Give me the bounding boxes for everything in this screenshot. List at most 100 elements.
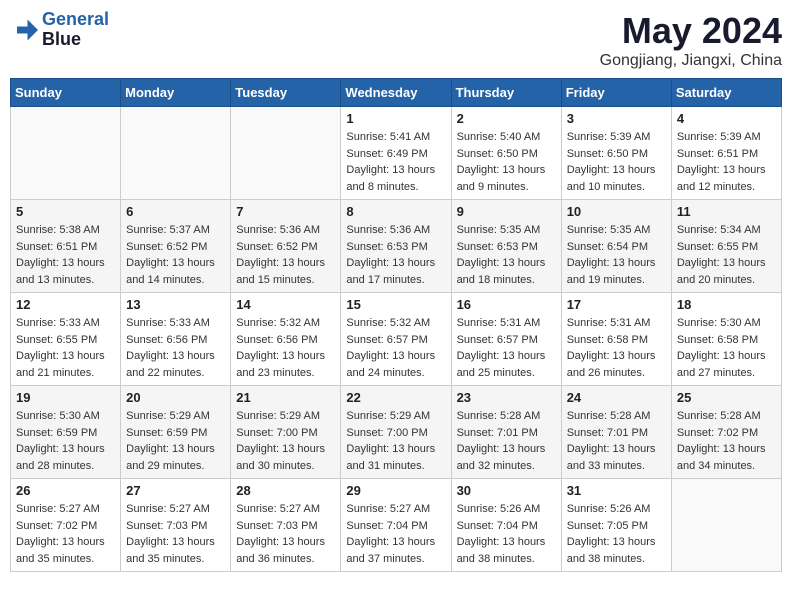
day-info: Sunrise: 5:26 AM Sunset: 7:05 PM Dayligh…	[567, 501, 666, 567]
day-info: Sunrise: 5:29 AM Sunset: 7:00 PM Dayligh…	[236, 408, 335, 474]
weekday-header-tuesday: Tuesday	[231, 79, 341, 107]
day-number: 21	[236, 390, 335, 405]
weekday-header-saturday: Saturday	[671, 79, 781, 107]
calendar-week-2: 5 Sunrise: 5:38 AM Sunset: 6:51 PM Daylig…	[11, 200, 782, 293]
day-info: Sunrise: 5:33 AM Sunset: 6:55 PM Dayligh…	[16, 315, 115, 381]
month-year: May 2024	[600, 10, 782, 52]
day-number: 13	[126, 297, 225, 312]
calendar-cell: 24 Sunrise: 5:28 AM Sunset: 7:01 PM Dayli…	[561, 386, 671, 479]
day-number: 18	[677, 297, 776, 312]
calendar-cell: 15 Sunrise: 5:32 AM Sunset: 6:57 PM Dayli…	[341, 293, 451, 386]
day-info: Sunrise: 5:41 AM Sunset: 6:49 PM Dayligh…	[346, 129, 445, 195]
day-number: 29	[346, 483, 445, 498]
day-info: Sunrise: 5:36 AM Sunset: 6:53 PM Dayligh…	[346, 222, 445, 288]
logo: General Blue	[10, 10, 109, 50]
day-info: Sunrise: 5:28 AM Sunset: 7:01 PM Dayligh…	[457, 408, 556, 474]
day-info: Sunrise: 5:31 AM Sunset: 6:57 PM Dayligh…	[457, 315, 556, 381]
calendar-cell: 21 Sunrise: 5:29 AM Sunset: 7:00 PM Dayli…	[231, 386, 341, 479]
calendar-body: 1 Sunrise: 5:41 AM Sunset: 6:49 PM Daylig…	[11, 107, 782, 572]
day-number: 30	[457, 483, 556, 498]
day-number: 10	[567, 204, 666, 219]
day-info: Sunrise: 5:32 AM Sunset: 6:57 PM Dayligh…	[346, 315, 445, 381]
day-number: 22	[346, 390, 445, 405]
weekday-header-sunday: Sunday	[11, 79, 121, 107]
day-info: Sunrise: 5:34 AM Sunset: 6:55 PM Dayligh…	[677, 222, 776, 288]
day-number: 1	[346, 111, 445, 126]
logo-text: General Blue	[42, 10, 109, 50]
day-number: 19	[16, 390, 115, 405]
day-info: Sunrise: 5:35 AM Sunset: 6:53 PM Dayligh…	[457, 222, 556, 288]
day-info: Sunrise: 5:28 AM Sunset: 7:02 PM Dayligh…	[677, 408, 776, 474]
calendar-cell: 5 Sunrise: 5:38 AM Sunset: 6:51 PM Daylig…	[11, 200, 121, 293]
calendar-cell: 27 Sunrise: 5:27 AM Sunset: 7:03 PM Dayli…	[121, 479, 231, 572]
day-number: 14	[236, 297, 335, 312]
day-info: Sunrise: 5:40 AM Sunset: 6:50 PM Dayligh…	[457, 129, 556, 195]
calendar-cell: 16Sunrise: 5:31 AM Sunset: 6:57 PM Dayli…	[451, 293, 561, 386]
calendar-cell: 6Sunrise: 5:37 AM Sunset: 6:52 PM Daylig…	[121, 200, 231, 293]
calendar-header: SundayMondayTuesdayWednesdayThursdayFrid…	[11, 79, 782, 107]
day-info: Sunrise: 5:36 AM Sunset: 6:52 PM Dayligh…	[236, 222, 335, 288]
calendar-cell: 28Sunrise: 5:27 AM Sunset: 7:03 PM Dayli…	[231, 479, 341, 572]
day-info: Sunrise: 5:28 AM Sunset: 7:01 PM Dayligh…	[567, 408, 666, 474]
calendar-cell: 23 Sunrise: 5:28 AM Sunset: 7:01 PM Dayli…	[451, 386, 561, 479]
day-number: 3	[567, 111, 666, 126]
day-info: Sunrise: 5:30 AM Sunset: 6:58 PM Dayligh…	[677, 315, 776, 381]
day-number: 28	[236, 483, 335, 498]
location: Gongjiang, Jiangxi, China	[600, 52, 782, 70]
day-number: 7	[236, 204, 335, 219]
day-number: 25	[677, 390, 776, 405]
calendar-table: SundayMondayTuesdayWednesdayThursdayFrid…	[10, 78, 782, 572]
calendar-cell: 7 Sunrise: 5:36 AM Sunset: 6:52 PM Daylig…	[231, 200, 341, 293]
weekday-header-friday: Friday	[561, 79, 671, 107]
day-info: Sunrise: 5:35 AM Sunset: 6:54 PM Dayligh…	[567, 222, 666, 288]
logo-icon	[10, 16, 38, 44]
calendar-cell: 31 Sunrise: 5:26 AM Sunset: 7:05 PM Dayli…	[561, 479, 671, 572]
calendar-cell: 26 Sunrise: 5:27 AM Sunset: 7:02 PM Dayli…	[11, 479, 121, 572]
page-header: General Blue May 2024 Gongjiang, Jiangxi…	[10, 10, 782, 70]
day-info: Sunrise: 5:31 AM Sunset: 6:58 PM Dayligh…	[567, 315, 666, 381]
calendar-cell: 10 Sunrise: 5:35 AM Sunset: 6:54 PM Dayli…	[561, 200, 671, 293]
calendar-cell: 19Sunrise: 5:30 AM Sunset: 6:59 PM Dayli…	[11, 386, 121, 479]
calendar-cell: 18 Sunrise: 5:30 AM Sunset: 6:58 PM Dayli…	[671, 293, 781, 386]
calendar-cell: 11 Sunrise: 5:34 AM Sunset: 6:55 PM Dayli…	[671, 200, 781, 293]
calendar-cell	[11, 107, 121, 200]
calendar-cell: 9 Sunrise: 5:35 AM Sunset: 6:53 PM Daylig…	[451, 200, 561, 293]
calendar-cell: 20Sunrise: 5:29 AM Sunset: 6:59 PM Dayli…	[121, 386, 231, 479]
calendar-week-4: 19Sunrise: 5:30 AM Sunset: 6:59 PM Dayli…	[11, 386, 782, 479]
calendar-week-3: 12 Sunrise: 5:33 AM Sunset: 6:55 PM Dayli…	[11, 293, 782, 386]
day-number: 27	[126, 483, 225, 498]
day-number: 24	[567, 390, 666, 405]
weekday-header-row: SundayMondayTuesdayWednesdayThursdayFrid…	[11, 79, 782, 107]
calendar-cell: 29Sunrise: 5:27 AM Sunset: 7:04 PM Dayli…	[341, 479, 451, 572]
day-number: 4	[677, 111, 776, 126]
day-number: 9	[457, 204, 556, 219]
day-number: 23	[457, 390, 556, 405]
day-number: 11	[677, 204, 776, 219]
calendar-cell: 2Sunrise: 5:40 AM Sunset: 6:50 PM Daylig…	[451, 107, 561, 200]
calendar-week-1: 1 Sunrise: 5:41 AM Sunset: 6:49 PM Daylig…	[11, 107, 782, 200]
day-info: Sunrise: 5:27 AM Sunset: 7:03 PM Dayligh…	[126, 501, 225, 567]
day-info: Sunrise: 5:39 AM Sunset: 6:51 PM Dayligh…	[677, 129, 776, 195]
day-info: Sunrise: 5:37 AM Sunset: 6:52 PM Dayligh…	[126, 222, 225, 288]
calendar-cell: 13Sunrise: 5:33 AM Sunset: 6:56 PM Dayli…	[121, 293, 231, 386]
day-info: Sunrise: 5:38 AM Sunset: 6:51 PM Dayligh…	[16, 222, 115, 288]
calendar-cell: 12 Sunrise: 5:33 AM Sunset: 6:55 PM Dayli…	[11, 293, 121, 386]
day-info: Sunrise: 5:26 AM Sunset: 7:04 PM Dayligh…	[457, 501, 556, 567]
day-number: 26	[16, 483, 115, 498]
day-number: 17	[567, 297, 666, 312]
calendar-cell: 8Sunrise: 5:36 AM Sunset: 6:53 PM Daylig…	[341, 200, 451, 293]
day-info: Sunrise: 5:29 AM Sunset: 7:00 PM Dayligh…	[346, 408, 445, 474]
calendar-cell: 4 Sunrise: 5:39 AM Sunset: 6:51 PM Daylig…	[671, 107, 781, 200]
weekday-header-wednesday: Wednesday	[341, 79, 451, 107]
day-number: 15	[346, 297, 445, 312]
day-number: 5	[16, 204, 115, 219]
day-info: Sunrise: 5:27 AM Sunset: 7:02 PM Dayligh…	[16, 501, 115, 567]
calendar-cell: 25 Sunrise: 5:28 AM Sunset: 7:02 PM Dayli…	[671, 386, 781, 479]
day-number: 12	[16, 297, 115, 312]
day-number: 31	[567, 483, 666, 498]
calendar-cell: 17 Sunrise: 5:31 AM Sunset: 6:58 PM Dayli…	[561, 293, 671, 386]
day-number: 20	[126, 390, 225, 405]
calendar-cell: 22 Sunrise: 5:29 AM Sunset: 7:00 PM Dayli…	[341, 386, 451, 479]
title-block: May 2024 Gongjiang, Jiangxi, China	[600, 10, 782, 70]
calendar-cell	[671, 479, 781, 572]
